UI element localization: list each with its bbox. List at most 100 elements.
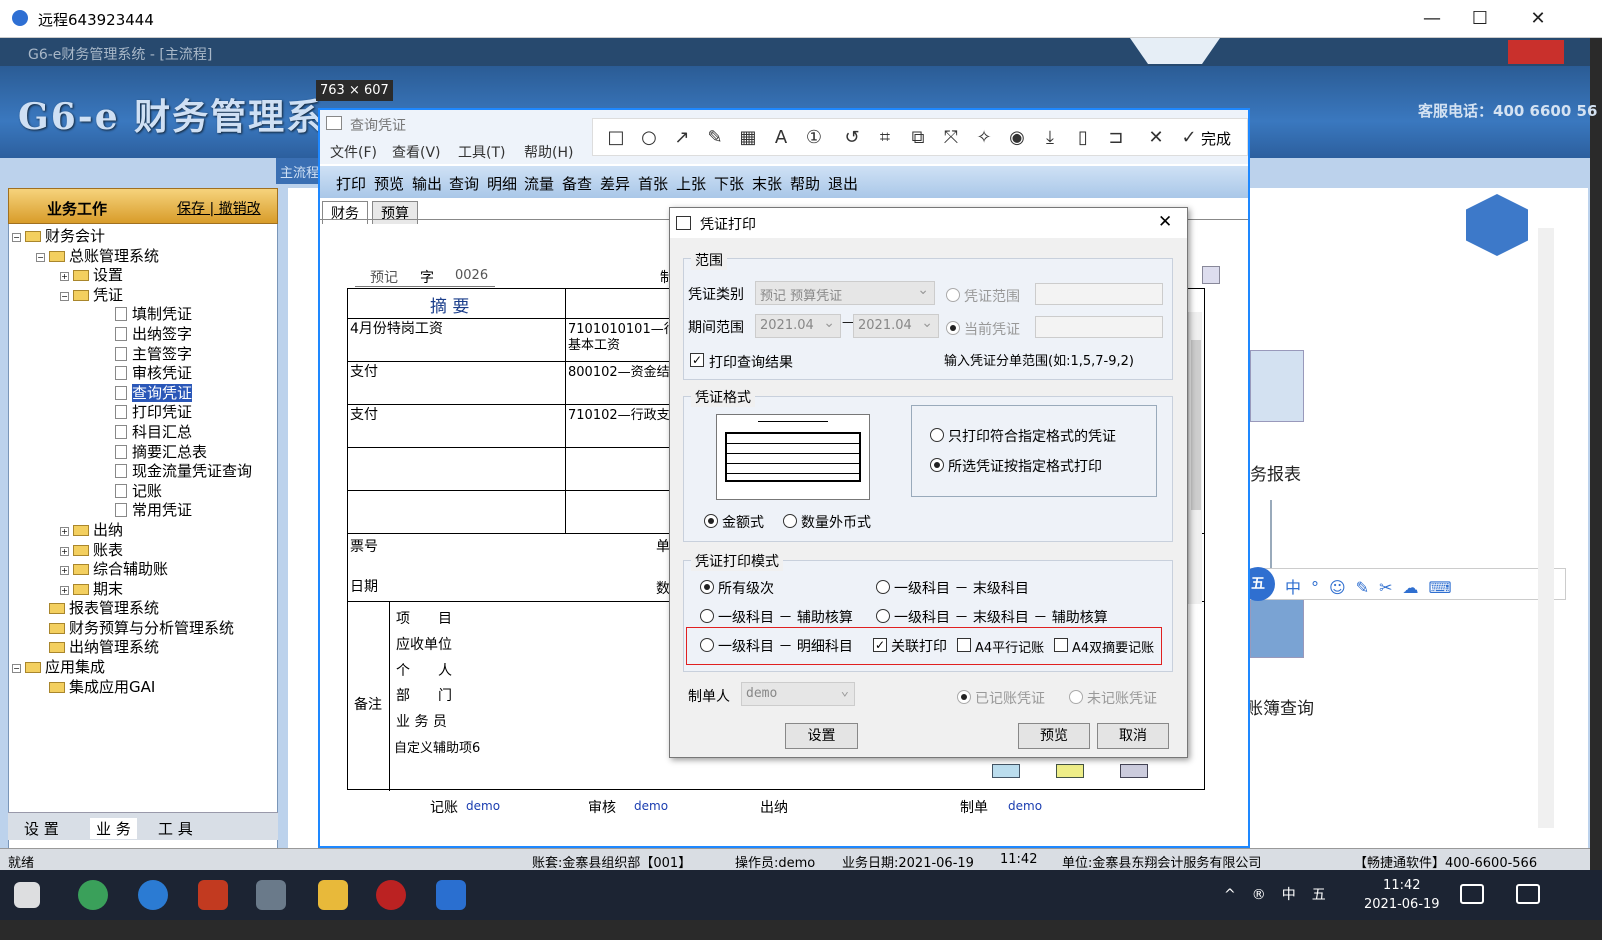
tray-icons[interactable]: ^®中五 [1224,884,1342,904]
tb-query[interactable]: 查询 [449,173,479,194]
unposted-radio[interactable] [1069,690,1083,704]
tree-item[interactable]: − 总账管理系统 [12,247,252,267]
menu-help[interactable]: 帮助(H) [524,142,573,162]
attachment-icon[interactable] [992,764,1020,778]
cancel-capture-icon[interactable]: ✕ [1145,127,1167,149]
ime-toolbar[interactable]: 五 中°☺✎✂☁⌨ [1241,567,1566,601]
tb-help[interactable]: 帮助 [790,173,820,194]
pin-icon[interactable]: ✧ [973,127,995,149]
tree-item[interactable]: 出纳管理系统 [12,638,252,658]
tree-item[interactable]: 报表管理系统 [12,599,252,619]
format-all-radio[interactable] [930,458,944,472]
card-icon[interactable] [1056,764,1084,778]
current-input[interactable] [1035,316,1163,338]
app-red-icon[interactable] [198,880,228,910]
arrow-icon[interactable]: ↗ [671,127,693,149]
preview-button[interactable]: 预览 [1018,723,1090,749]
menu-view[interactable]: 查看(V) [392,142,441,162]
tree-item[interactable]: 主管签字 [12,345,252,365]
tab-business[interactable]: 业 务 [90,818,137,839]
all-levels-radio[interactable] [700,580,714,594]
period-to-select[interactable]: 2021.04 [853,314,939,338]
tb-memo[interactable]: 备查 [562,173,592,194]
tree-item[interactable]: 集成应用GAI [12,678,252,698]
download-icon[interactable]: ⤓ [1039,127,1061,149]
tree-item[interactable]: + 出纳 [12,521,252,541]
g6-icon[interactable] [376,880,406,910]
reports-label[interactable]: 务报表 [1250,460,1301,485]
reports-icon[interactable] [1250,350,1304,422]
tab-settings[interactable]: 设 置 [24,818,59,839]
remote-app-icon[interactable] [436,880,466,910]
number-icon[interactable]: ① [803,127,825,149]
collapse-icon[interactable]: − [12,664,21,674]
settings-button[interactable]: 设置 [785,723,858,749]
windows-start-icon[interactable] [14,882,40,908]
qty-radio[interactable] [783,514,797,528]
translate-icon[interactable]: ⧉ [907,127,929,149]
close-button[interactable]: ✕ [1518,6,1558,32]
save-icon[interactable]: ▯ [1072,127,1094,149]
menu-file[interactable]: 文件(F) [330,142,377,162]
collapse-icon[interactable]: − [60,291,69,301]
first-aux-radio[interactable] [700,609,714,623]
a4-parallel-checkbox[interactable] [957,638,971,652]
range-radio[interactable] [946,288,960,302]
collapse-icon[interactable]: − [12,233,21,242]
scroll-capture-icon[interactable]: ⤧ [940,127,962,149]
rectangle-icon[interactable]: □ [605,127,627,149]
done-button[interactable]: 完成 [1201,128,1231,149]
collapse-icon[interactable]: − [36,252,45,262]
tree-item[interactable]: + 综合辅助账 [12,560,252,580]
tb-detail[interactable]: 明细 [487,173,517,194]
tb-flow[interactable]: 流量 [524,173,554,194]
tb-preview[interactable]: 预览 [374,173,404,194]
tree-item[interactable]: 常用凭证 [12,501,252,521]
browser-360-icon[interactable] [78,880,108,910]
record-icon[interactable]: ◉ [1006,127,1028,149]
format-only-radio[interactable] [930,428,944,442]
cancel-button[interactable]: 取消 [1097,723,1169,749]
first-detail-radio[interactable] [700,638,714,652]
taskbar-clock[interactable]: 11:42 2021-06-19 [1364,876,1440,914]
ocr-icon[interactable]: ⌗ [874,127,896,149]
tab-tools[interactable]: 工 具 [158,818,193,839]
tb-next[interactable]: 下张 [714,173,744,194]
ellipse-icon[interactable]: ○ [638,127,660,149]
undo-icon[interactable]: ↺ [841,127,863,149]
tb-diff[interactable]: 差异 [600,173,630,194]
books-label[interactable]: 账簿查询 [1246,694,1314,719]
tree-item[interactable]: 摘要汇总表 [12,443,252,463]
period-from-select[interactable]: 2021.04 [755,314,841,338]
tb-prev[interactable]: 上张 [676,173,706,194]
posted-radio[interactable] [957,690,971,704]
maker-select[interactable]: demo [741,682,855,706]
zoom-icon[interactable] [1202,266,1220,284]
tab-finance[interactable]: 财务 [322,201,368,224]
tab-main-flow[interactable]: 主流程 [276,158,324,184]
tree-item[interactable]: + 账表 [12,541,252,561]
menu-tools[interactable]: 工具(T) [458,142,505,162]
tb-first[interactable]: 首张 [638,173,668,194]
books-icon[interactable] [1250,598,1304,658]
tree-item[interactable]: − 凭证 [12,286,252,306]
tree-item[interactable]: − 财务会计 [12,227,252,247]
a4-double-checkbox[interactable] [1054,638,1068,652]
app-close-button[interactable] [1508,40,1564,64]
tree-item[interactable]: + 设置 [12,266,252,286]
expand-icon[interactable]: + [60,526,69,536]
text-icon[interactable]: A [770,127,792,149]
app-gray-icon[interactable] [256,880,286,910]
bookmark-icon[interactable]: ⊐ [1105,127,1127,149]
maximize-button[interactable]: ☐ [1460,6,1500,32]
tree-item[interactable]: 财务预算与分析管理系统 [12,619,252,639]
range-input[interactable] [1035,283,1163,305]
ime-tools-icon[interactable]: 中°☺✎✂☁⌨ [1285,574,1462,598]
mosaic-icon[interactable]: ▦ [737,127,759,149]
tree-item[interactable]: 记账 [12,482,252,502]
tb-export[interactable]: 输出 [412,173,442,194]
expand-icon[interactable]: + [60,272,69,282]
first-last-radio[interactable] [876,580,890,594]
ie-icon[interactable] [138,880,168,910]
folder-icon[interactable] [318,880,348,910]
